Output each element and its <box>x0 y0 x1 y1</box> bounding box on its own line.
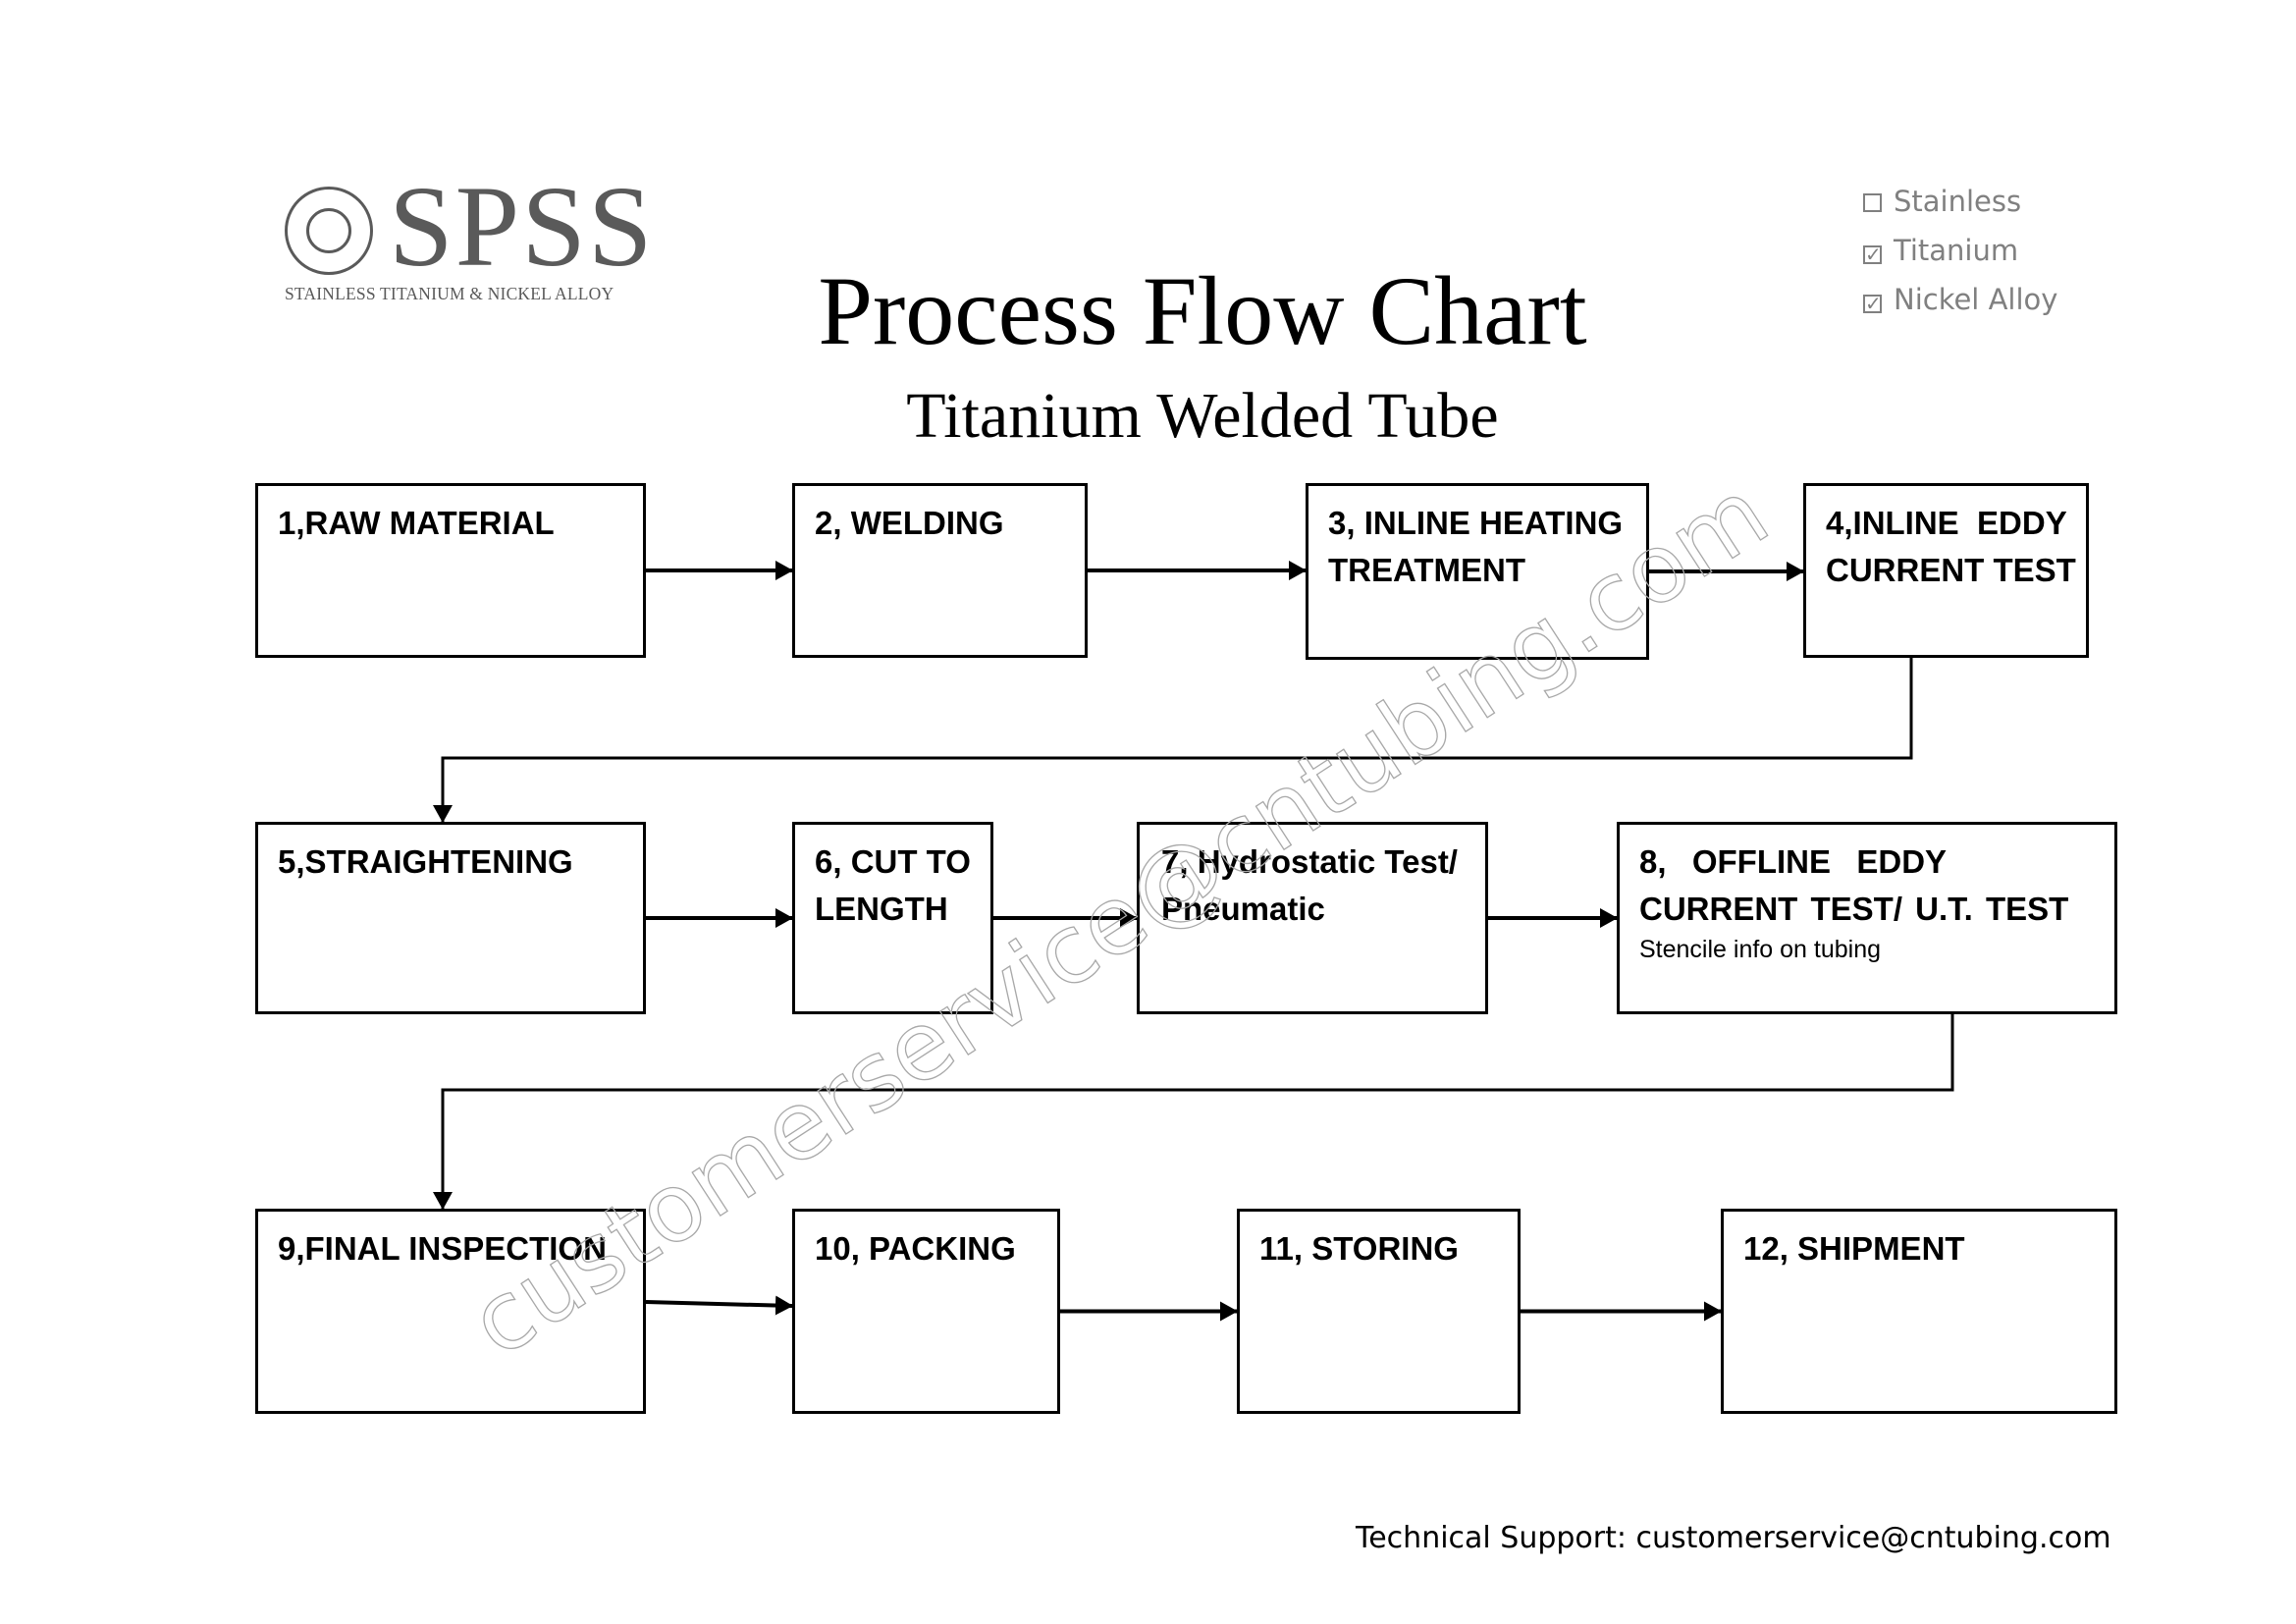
footer-technical-support: Technical Support: customerservice@cntub… <box>1356 1521 2111 1555</box>
step-box-storing: 11, STORING <box>1237 1209 1521 1414</box>
flow-arrow-8-to-9 <box>433 1014 1954 1210</box>
step-box-shipment: 12, SHIPMENT <box>1721 1209 2117 1414</box>
step-box-inline-eddy-current-test: 4,INLINE EDDY CURRENT TEST <box>1803 483 2089 658</box>
step-label: 6, CUT TO LENGTH <box>815 843 971 927</box>
step-label: 10, PACKING <box>815 1230 1016 1267</box>
step-label: 4,INLINE EDDY CURRENT TEST <box>1826 505 2076 588</box>
step-box-packing: 10, PACKING <box>792 1209 1060 1414</box>
step-box-offline-eddy-current-ut-test: 8, OFFLINE EDDY CURRENT TEST/ U.T. TEST … <box>1617 822 2117 1014</box>
step-box-inline-heating-treatment: 3, INLINE HEATING TREATMENT <box>1306 483 1649 660</box>
step-box-final-inspection: 9,FINAL INSPECTION <box>255 1209 646 1414</box>
step-label: 1,RAW MATERIAL <box>278 505 555 541</box>
step-label: 8, OFFLINE EDDY CURRENT TEST/ U.T. TEST <box>1639 843 2069 927</box>
step-box-straightening: 5,STRAIGHTENING <box>255 822 646 1014</box>
step-label: 7, Hydrostatic Test/ Pneumatic <box>1161 843 1458 927</box>
step-label: 11, STORING <box>1259 1230 1459 1267</box>
flow-arrow-9-to-10 <box>645 1295 793 1316</box>
step-box-welding: 2, WELDING <box>792 483 1088 658</box>
step-box-cut-to-length: 6, CUT TO LENGTH <box>792 822 993 1014</box>
step-box-hydrostatic-pneumatic-test: 7, Hydrostatic Test/ Pneumatic <box>1137 822 1488 1014</box>
step-note: Stencile info on tubing <box>1639 936 1882 963</box>
step-label: 9,FINAL INSPECTION <box>278 1230 607 1267</box>
step-label: 3, INLINE HEATING TREATMENT <box>1328 505 1624 588</box>
step-label: 5,STRAIGHTENING <box>278 843 573 880</box>
flow-arrow-4-to-5 <box>433 658 1913 823</box>
step-label: 2, WELDING <box>815 505 1004 541</box>
step-label: 12, SHIPMENT <box>1743 1230 1965 1267</box>
step-box-raw-material: 1,RAW MATERIAL <box>255 483 646 658</box>
